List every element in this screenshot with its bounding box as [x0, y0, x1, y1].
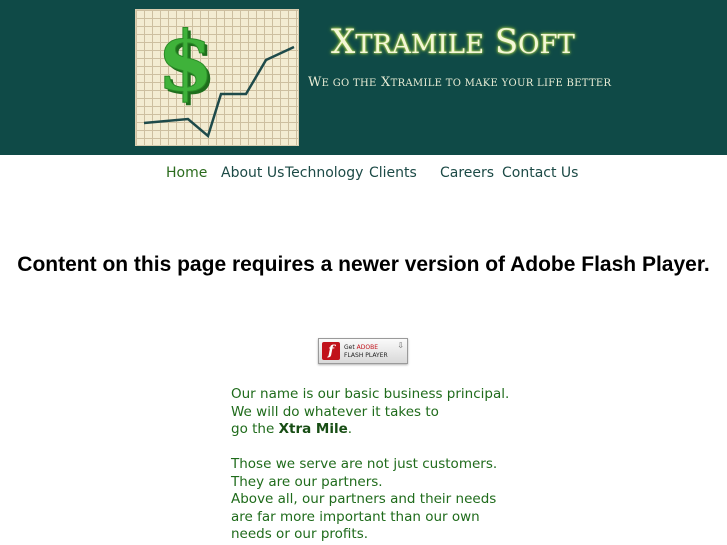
- intro-line: go the Xtra Mile.: [231, 421, 509, 439]
- flash-badge-get: Get: [344, 344, 355, 351]
- xtra-mile-emphasis: Xtra Mile: [278, 421, 348, 437]
- partners-line: They are our partners.: [231, 473, 383, 490]
- brand-x: X: [331, 22, 356, 62]
- intro-line-prefix: go the: [231, 421, 279, 437]
- download-arrow-icon: ⇩: [397, 341, 404, 350]
- flash-badge-adobe: ADOBE: [356, 344, 378, 351]
- tagline-w: W: [308, 75, 322, 90]
- intro-text: Our name is our basic business principal…: [231, 386, 509, 544]
- brand-s: S: [494, 22, 519, 62]
- tagline-x: X: [381, 75, 391, 90]
- intro-line: Our name is our basic business principal…: [231, 386, 510, 402]
- nav-careers[interactable]: Careers: [440, 165, 494, 181]
- main-nav: Home About Us Technology Clients Careers…: [0, 165, 727, 185]
- site-header: $ $ XTRAMILE SOFT WE GO THE XTRAMILE TO …: [0, 0, 727, 155]
- intro-line-suffix: .: [347, 421, 353, 437]
- nav-about-us[interactable]: About Us: [221, 165, 284, 181]
- partners-line: Above all, our partners and their needs: [231, 491, 497, 507]
- nav-home[interactable]: Home: [166, 165, 207, 181]
- partners-line: are far more important than our own: [231, 508, 480, 525]
- nav-technology[interactable]: Technology: [285, 165, 363, 181]
- flash-badge-line2: FLASH PLAYER: [344, 352, 388, 359]
- site-tagline: WE GO THE XTRAMILE TO MAKE YOUR LIFE BET…: [308, 75, 611, 90]
- get-flash-player-button[interactable]: f Get ADOBE FLASH PLAYER ⇩: [318, 338, 408, 364]
- flash-player-icon: f: [322, 342, 340, 360]
- tagline-part1: E GO THE: [321, 78, 377, 89]
- tagline-part2: TRAMILE TO MAKE YOUR LIFE BETTER: [390, 78, 612, 89]
- brand-oft: OFT: [518, 30, 575, 60]
- logo-image[interactable]: $ $: [135, 9, 299, 146]
- flash-required-message: Content on this page requires a newer ve…: [17, 253, 710, 276]
- brand-tramile: TRAMILE: [355, 30, 485, 60]
- flash-badge-line1: Get ADOBE: [344, 344, 378, 351]
- nav-clients[interactable]: Clients: [369, 165, 417, 181]
- partners-line: Those we serve are not just customers.: [231, 456, 498, 472]
- brand-space: [484, 22, 495, 62]
- nav-contact-us[interactable]: Contact Us: [502, 165, 578, 181]
- intro-line: We will do whatever it takes to: [231, 403, 439, 420]
- site-brand: XTRAMILE SOFT: [331, 22, 575, 62]
- partners-line: needs or our profits.: [231, 526, 369, 542]
- dollar-growth-chart-icon: $ $: [143, 14, 295, 139]
- svg-text:$: $: [157, 14, 214, 110]
